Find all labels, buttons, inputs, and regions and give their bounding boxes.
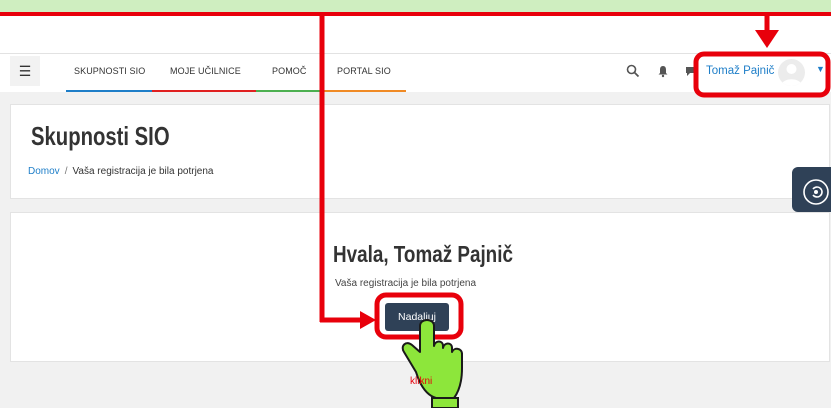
confirmation-card: Hvala, Tomaž Pajnič Vaša registracija je… bbox=[10, 212, 830, 362]
accessibility-side-tab[interactable] bbox=[792, 167, 831, 212]
user-avatar-icon[interactable] bbox=[778, 59, 805, 86]
hamburger-menu-icon[interactable]: ☰ bbox=[10, 56, 40, 86]
breadcrumb-current: Vaša registracija je bila potrjena bbox=[72, 166, 214, 177]
nav-item-portal-sio[interactable]: PORTAL SIO bbox=[337, 66, 391, 76]
page-title: Skupnosti SIO bbox=[31, 121, 170, 151]
breadcrumb-separator: / bbox=[64, 166, 68, 177]
navbar: ☰ SKUPNOSTI SIO MOJE UČILNICE POMOČ PORT… bbox=[0, 53, 831, 93]
user-name[interactable]: Tomaž Pajnič bbox=[706, 65, 774, 77]
bell-icon[interactable] bbox=[656, 64, 672, 80]
accessibility-icon bbox=[803, 179, 829, 205]
breadcrumb-home-link[interactable]: Domov bbox=[28, 166, 60, 177]
search-icon[interactable] bbox=[626, 64, 642, 80]
confirmation-heading: Hvala, Tomaž Pajnič bbox=[333, 241, 513, 267]
caret-down-icon[interactable]: ▼ bbox=[816, 64, 825, 74]
top-spacer bbox=[0, 14, 831, 54]
breadcrumb: Domov / Vaša registracija je bila potrjena bbox=[28, 166, 213, 177]
chat-icon[interactable] bbox=[684, 64, 700, 80]
confirmation-message: Vaša registracija je bila potrjena bbox=[335, 278, 477, 289]
page-header: Skupnosti SIO Domov / Vaša registracija je… bbox=[10, 104, 830, 199]
continue-button[interactable]: Nadaljuj bbox=[385, 303, 449, 331]
annotation-top-strip bbox=[0, 0, 831, 14]
nav-item-pomoc[interactable]: POMOČ bbox=[272, 66, 307, 76]
nav-item-skupnosti-sio[interactable]: SKUPNOSTI SIO bbox=[74, 66, 145, 76]
nav-item-moje-ucilnice[interactable]: MOJE UČILNICE bbox=[170, 66, 241, 76]
